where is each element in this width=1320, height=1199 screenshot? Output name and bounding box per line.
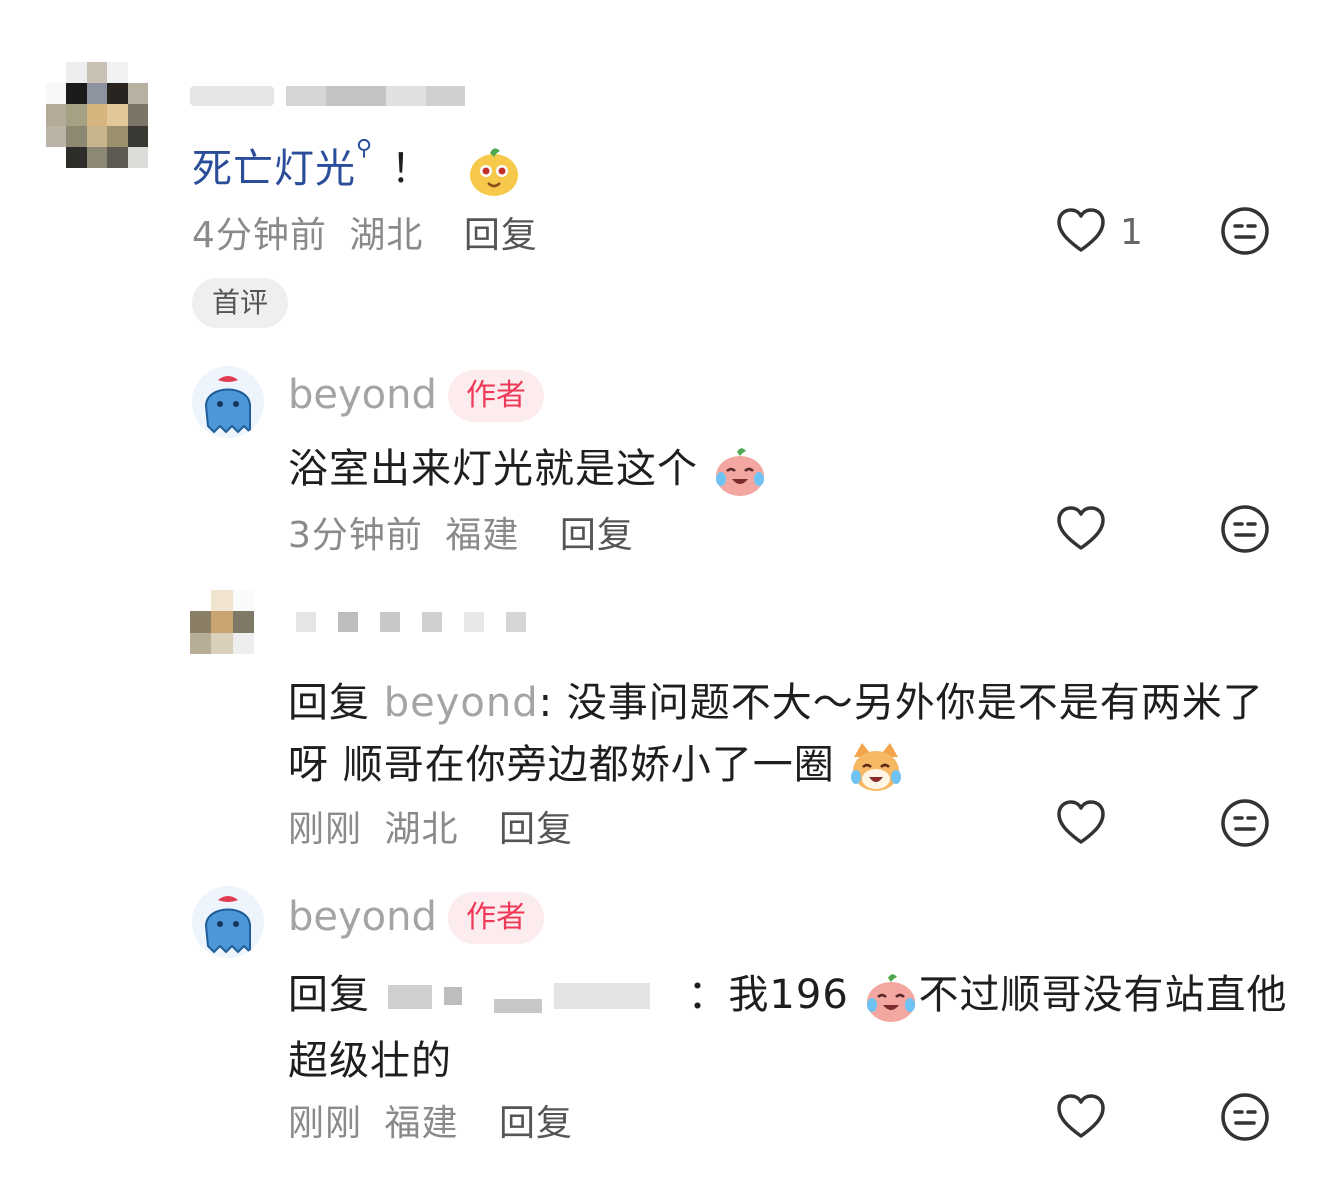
reply-time: 3分钟前 bbox=[288, 515, 423, 556]
reply-to-name[interactable]: beyond bbox=[384, 680, 539, 726]
reply-to-name-blurred[interactable] bbox=[384, 977, 674, 1017]
reply-text-line2: 超级壮的 bbox=[288, 1028, 452, 1086]
reply-location: 福建 bbox=[384, 1103, 459, 1144]
comment-text: 死亡灯光⚲ ！ bbox=[192, 136, 522, 199]
crying-laughing-emoji-icon bbox=[866, 974, 915, 1022]
avatar[interactable] bbox=[46, 62, 148, 168]
reply-text-content: ：我196 bbox=[687, 972, 849, 1018]
reply-text-line2: 呀 顺哥在你旁边都娇小了一圈 bbox=[288, 732, 904, 795]
laughing-cat-emoji-icon bbox=[851, 743, 902, 791]
reply-text-content: : 没事问题不大～另外你是不是有两米了 bbox=[538, 680, 1264, 726]
reply-prefix: 回复 bbox=[288, 972, 370, 1018]
reply-button[interactable]: 回复 bbox=[499, 1103, 573, 1144]
reply-meta: 刚刚 福建 回复 bbox=[288, 1094, 573, 1146]
heart-outline-icon[interactable] bbox=[1054, 204, 1108, 258]
neutral-face-icon[interactable] bbox=[1218, 502, 1272, 556]
reply-meta: 3分钟前 福建 回复 bbox=[288, 506, 634, 558]
crying-laughing-emoji-icon bbox=[715, 448, 764, 496]
author-badge: 作者 bbox=[448, 370, 544, 422]
reply-prefix: 回复 bbox=[288, 680, 370, 726]
avatar-beyond[interactable] bbox=[192, 366, 264, 438]
comment-text-suffix: ！ bbox=[390, 146, 432, 192]
reply-location: 福建 bbox=[445, 515, 520, 556]
reply-text-content: 超级壮的 bbox=[288, 1038, 452, 1084]
heart-outline-icon[interactable] bbox=[1054, 1090, 1108, 1144]
like-count: 1 bbox=[1120, 212, 1143, 253]
neutral-face-icon[interactable] bbox=[1218, 796, 1272, 850]
heart-outline-icon[interactable] bbox=[1054, 796, 1108, 850]
search-icon[interactable]: ⚲ bbox=[356, 136, 373, 161]
jellyfish-avatar-icon bbox=[192, 366, 264, 438]
author-badge: 作者 bbox=[448, 892, 544, 944]
reply-text-line1: 回复 beyond: 没事问题不大～另外你是不是有两米了 bbox=[288, 670, 1264, 728]
reply-button[interactable]: 回复 bbox=[560, 515, 634, 556]
first-comment-tag: 首评 bbox=[192, 278, 289, 328]
reply-button[interactable]: 回复 bbox=[499, 809, 573, 850]
reply-text-content: 浴室出来灯光就是这个 bbox=[288, 446, 698, 492]
reply-text-line1: 回复 ：我196 不过顺哥没有站直他 bbox=[288, 962, 1288, 1025]
comment-time: 4分钟前 bbox=[192, 215, 327, 256]
reply-location: 湖北 bbox=[384, 809, 459, 850]
yellow-mascot-emoji-icon bbox=[469, 148, 518, 196]
avatar[interactable] bbox=[190, 590, 254, 654]
reply-text-content: 不过顺哥没有站直他 bbox=[918, 972, 1288, 1018]
author-name[interactable]: beyond bbox=[288, 372, 437, 418]
avatar-beyond[interactable] bbox=[192, 886, 264, 958]
username-blurred[interactable] bbox=[190, 84, 465, 108]
author-name[interactable]: beyond bbox=[288, 894, 437, 940]
reply-time: 刚刚 bbox=[288, 1103, 363, 1144]
heart-outline-icon[interactable] bbox=[1054, 502, 1108, 556]
reply-button[interactable]: 回复 bbox=[464, 215, 538, 256]
neutral-face-icon[interactable] bbox=[1218, 204, 1272, 258]
neutral-face-icon[interactable] bbox=[1218, 1090, 1272, 1144]
reply-text: 浴室出来灯光就是这个 bbox=[288, 436, 768, 499]
comment-location: 湖北 bbox=[349, 215, 424, 256]
reply-time: 刚刚 bbox=[288, 809, 363, 850]
username-blurred[interactable] bbox=[296, 612, 528, 634]
reply-meta: 刚刚 湖北 回复 bbox=[288, 800, 573, 852]
comment-meta: 4分钟前 湖北 回复 bbox=[192, 206, 538, 258]
comment-link-text[interactable]: 死亡灯光 bbox=[192, 146, 356, 192]
jellyfish-avatar-icon bbox=[192, 886, 264, 958]
reply-text-content: 呀 顺哥在你旁边都娇小了一圈 bbox=[288, 742, 835, 788]
